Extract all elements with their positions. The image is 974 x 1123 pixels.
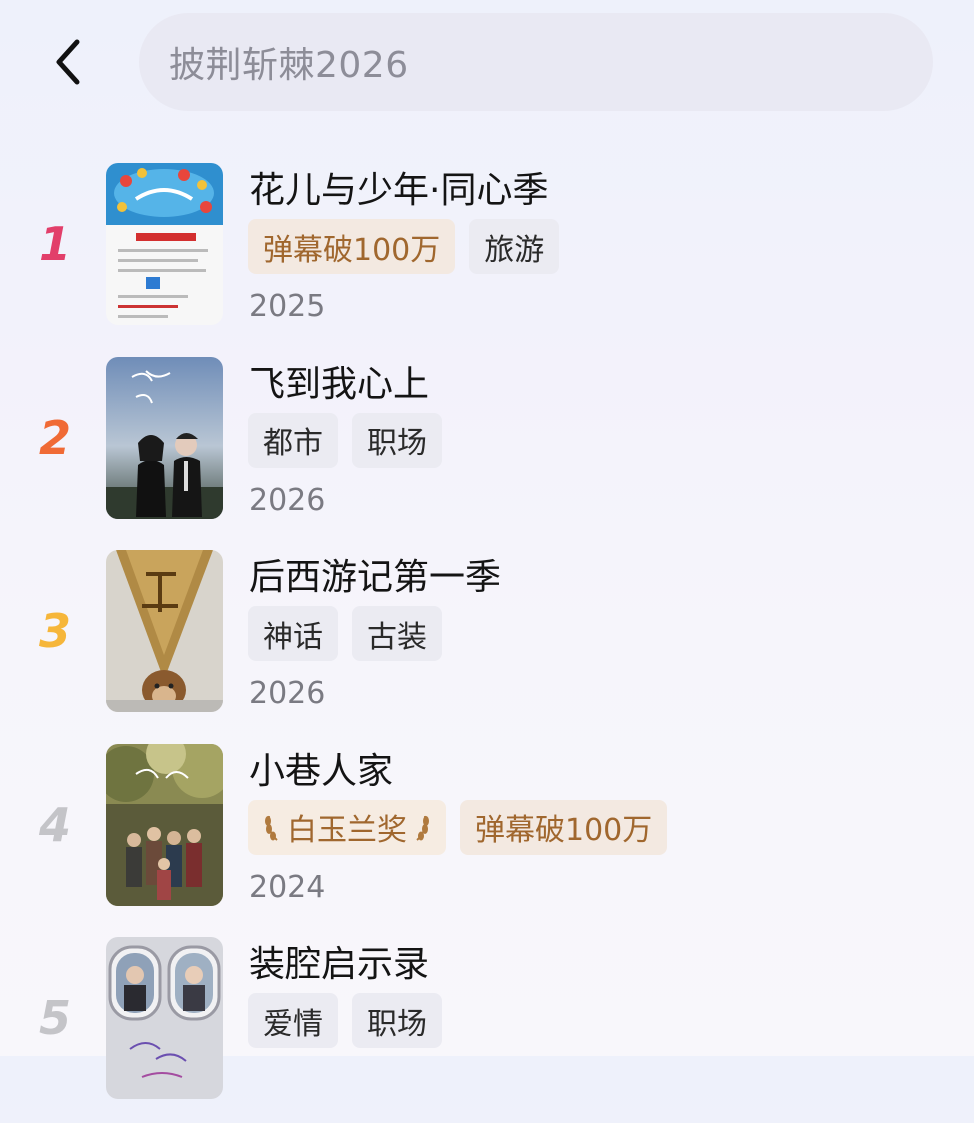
list-item[interactable]: 3 后西游记第一季 神话 古装 2026 [0, 542, 974, 736]
ranking-list: 1 花儿与少年·同心季 弹幕破100万 旅游 2025 2 飞到我心上 都市 职… [0, 155, 974, 1123]
tag-list: 都市 职场 [248, 412, 442, 468]
rank-number: 3 [38, 604, 71, 658]
search-input[interactable]: 披荆斩棘2026 [139, 13, 933, 111]
rank-number: 2 [38, 410, 71, 465]
tag-award: 白玉兰奖 [248, 799, 446, 855]
poster-thumbnail[interactable] [106, 743, 223, 906]
top-bar: 披荆斩棘2026 [0, 0, 974, 130]
list-item[interactable]: 2 飞到我心上 都市 职场 2026 [0, 349, 974, 543]
item-title[interactable]: 装腔启示录 [249, 935, 429, 987]
item-title[interactable]: 小巷人家 [249, 742, 393, 794]
rank-number: 4 [38, 797, 71, 852]
poster-thumbnail[interactable] [106, 937, 223, 1099]
tag-genre: 古装 [352, 606, 442, 661]
laurel-icon [265, 815, 278, 841]
item-year: 2025 [249, 289, 326, 324]
tag-genre: 职场 [352, 412, 442, 468]
item-title[interactable]: 后西游记第一季 [249, 548, 501, 600]
tag-award-label: 白玉兰奖 [287, 813, 407, 848]
back-button[interactable] [40, 32, 96, 92]
chevron-left-icon [56, 39, 80, 85]
item-year: 2024 [249, 869, 326, 905]
rank-number: 5 [38, 991, 71, 1045]
poster-thumbnail[interactable] [106, 356, 223, 519]
tag-genre: 神话 [248, 606, 338, 661]
search-query-text: 披荆斩棘2026 [169, 45, 409, 86]
list-item[interactable]: 5 装腔启示录 爱情 职场 [0, 929, 974, 1123]
tag-genre: 爱情 [248, 993, 338, 1048]
item-year: 2026 [249, 676, 326, 711]
item-title[interactable]: 花儿与少年·同心季 [249, 161, 548, 213]
tag-list: 白玉兰奖 弹幕破100万 [248, 799, 668, 855]
tag-list: 神话 古装 [248, 606, 442, 661]
tag-list: 弹幕破100万 旅游 [248, 219, 560, 274]
laurel-icon [416, 815, 429, 841]
list-item[interactable]: 1 花儿与少年·同心季 弹幕破100万 旅游 2025 [0, 155, 974, 349]
tag-genre: 旅游 [469, 219, 560, 274]
tag-list: 爱情 职场 [248, 993, 442, 1048]
item-year: 2026 [249, 482, 326, 518]
list-item[interactable]: 4 小巷人家 白玉兰奖 弹幕破100万 2024 [0, 736, 974, 930]
item-title[interactable]: 飞到我心上 [249, 355, 429, 407]
tag-danmaku: 弹幕破100万 [248, 219, 456, 274]
rank-number: 1 [38, 217, 71, 271]
tag-genre: 职场 [352, 993, 442, 1048]
poster-thumbnail[interactable] [106, 550, 223, 712]
poster-thumbnail[interactable] [106, 163, 223, 325]
tag-danmaku: 弹幕破100万 [460, 799, 668, 855]
tag-genre: 都市 [248, 412, 338, 468]
